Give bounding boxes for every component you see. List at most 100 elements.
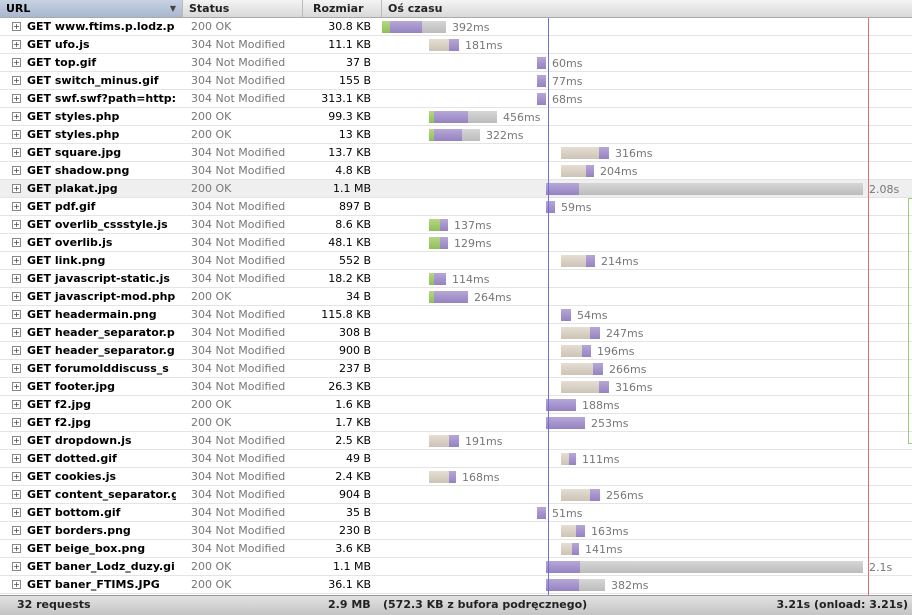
- expand-icon[interactable]: +: [12, 166, 21, 175]
- expand-icon[interactable]: +: [12, 310, 21, 319]
- request-status: 200 OK: [191, 290, 232, 303]
- request-row[interactable]: + GET forumolddiscuss_s 304 Not Modified 23…: [0, 360, 912, 378]
- request-row[interactable]: + GET javascript-static.js 304 Not Modifie…: [0, 270, 912, 288]
- request-duration: 54ms: [577, 309, 608, 322]
- request-status: 304 Not Modified: [191, 488, 286, 501]
- timeline-cell: 191ms: [382, 432, 912, 450]
- request-row[interactable]: + GET header_separator.p 304 Not Modified 3…: [0, 324, 912, 342]
- request-status: 304 Not Modified: [191, 506, 286, 519]
- request-size: 11.1 KB: [328, 38, 371, 51]
- request-row[interactable]: + GET borders.png 304 Not Modified 230 B 163…: [0, 522, 912, 540]
- request-row[interactable]: + GET baner_Lodz_duzy.gi 200 OK 1.1 MB 2.1s: [0, 558, 912, 576]
- expand-icon[interactable]: +: [12, 202, 21, 211]
- expand-icon[interactable]: +: [12, 274, 21, 283]
- expand-icon[interactable]: +: [12, 256, 21, 265]
- expand-icon[interactable]: +: [12, 292, 21, 301]
- column-status[interactable]: Status: [183, 0, 303, 17]
- request-row[interactable]: + GET cookies.js 304 Not Modified 2.4 KB 168…: [0, 468, 912, 486]
- column-url[interactable]: URL ▼: [0, 0, 183, 17]
- request-row[interactable]: + GET content_separator.g 304 Not Modified…: [0, 486, 912, 504]
- expand-icon[interactable]: +: [12, 22, 21, 31]
- expand-icon[interactable]: +: [12, 238, 21, 247]
- request-size: 36.1 KB: [328, 578, 371, 591]
- request-row[interactable]: + GET www.ftims.p.lodz.p 200 OK 30.8 KB 392m…: [0, 18, 912, 36]
- request-row[interactable]: + GET plakat.jpg 200 OK 1.1 MB 2.08s: [0, 180, 912, 198]
- request-duration: 163ms: [591, 525, 629, 538]
- expand-icon[interactable]: +: [12, 184, 21, 193]
- request-status: 304 Not Modified: [191, 164, 286, 177]
- request-size: 313.1 KB: [321, 92, 371, 105]
- expand-icon[interactable]: +: [12, 76, 21, 85]
- sort-descending-icon: ▼: [169, 4, 176, 13]
- timing-bar-purple: [590, 327, 600, 339]
- request-size: 3.6 KB: [335, 542, 371, 555]
- request-row[interactable]: + GET javascript-mod.php 200 OK 34 B 264ms: [0, 288, 912, 306]
- request-row[interactable]: + GET link.png 304 Not Modified 552 B 214ms: [0, 252, 912, 270]
- expand-icon[interactable]: +: [12, 346, 21, 355]
- request-status: 200 OK: [191, 182, 232, 195]
- request-row[interactable]: + GET footer.jpg 304 Not Modified 26.3 KB 31…: [0, 378, 912, 396]
- expand-icon[interactable]: +: [12, 148, 21, 157]
- request-url: GET styles.php: [27, 128, 120, 141]
- timing-bar-purple: [434, 291, 468, 303]
- request-row[interactable]: + GET baner_FTIMS.JPG 200 OK 36.1 KB 382ms: [0, 576, 912, 594]
- request-row[interactable]: + GET dropdown.js 304 Not Modified 2.5 KB 19…: [0, 432, 912, 450]
- expand-icon[interactable]: +: [12, 454, 21, 463]
- expand-icon[interactable]: +: [12, 58, 21, 67]
- request-size: 1.1 MB: [332, 560, 371, 573]
- request-row[interactable]: + GET switch_minus.gif 304 Not Modified 155…: [0, 72, 912, 90]
- request-row[interactable]: + GET styles.php 200 OK 13 KB 322ms: [0, 126, 912, 144]
- request-row[interactable]: + GET f2.jpg 200 OK 1.7 KB 253ms: [0, 414, 912, 432]
- expand-icon[interactable]: +: [12, 490, 21, 499]
- request-row[interactable]: + GET header_separator.g 304 Not Modified 9…: [0, 342, 912, 360]
- expand-icon[interactable]: +: [12, 364, 21, 373]
- request-row[interactable]: + GET styles.php 200 OK 99.3 KB 456ms: [0, 108, 912, 126]
- request-row[interactable]: + GET shadow.png 304 Not Modified 4.8 KB 204…: [0, 162, 912, 180]
- request-row[interactable]: + GET dotted.gif 304 Not Modified 49 B 111ms: [0, 450, 912, 468]
- timing-bar-gray: [462, 129, 480, 141]
- request-status: 200 OK: [191, 20, 232, 33]
- expand-icon[interactable]: +: [12, 544, 21, 553]
- timing-bar-purple: [434, 129, 462, 141]
- expand-icon[interactable]: +: [12, 130, 21, 139]
- request-row[interactable]: + GET pdf.gif 304 Not Modified 897 B 59ms: [0, 198, 912, 216]
- expand-icon[interactable]: +: [12, 40, 21, 49]
- request-duration: 247ms: [606, 327, 644, 340]
- request-row[interactable]: + GET headermain.png 304 Not Modified 115.8…: [0, 306, 912, 324]
- column-size[interactable]: Rozmiar: [303, 0, 382, 17]
- expand-icon[interactable]: +: [12, 562, 21, 571]
- expand-icon[interactable]: +: [12, 580, 21, 589]
- expand-icon[interactable]: +: [12, 418, 21, 427]
- expand-icon[interactable]: +: [12, 112, 21, 121]
- request-row[interactable]: + GET top.gif 304 Not Modified 37 B 60ms: [0, 54, 912, 72]
- request-url: GET dropdown.js: [27, 434, 132, 447]
- request-size: 99.3 KB: [328, 110, 371, 123]
- expand-icon[interactable]: +: [12, 220, 21, 229]
- request-size: 115.8 KB: [321, 308, 371, 321]
- request-status: 304 Not Modified: [191, 74, 286, 87]
- request-duration: 168ms: [462, 471, 500, 484]
- request-row[interactable]: + GET beige_box.png 304 Not Modified 3.6 KB…: [0, 540, 912, 558]
- expand-icon[interactable]: +: [12, 526, 21, 535]
- expand-icon[interactable]: +: [12, 436, 21, 445]
- expand-icon[interactable]: +: [12, 382, 21, 391]
- column-timeline[interactable]: Oś czasu: [382, 0, 912, 17]
- request-row[interactable]: + GET overlib_cssstyle.js 304 Not Modified…: [0, 216, 912, 234]
- request-size: 155 B: [338, 74, 371, 87]
- request-row[interactable]: + GET square.jpg 304 Not Modified 13.7 KB 31…: [0, 144, 912, 162]
- request-row[interactable]: + GET swf.swf?path=http: 304 Not Modified 3…: [0, 90, 912, 108]
- expand-icon[interactable]: +: [12, 508, 21, 517]
- request-row[interactable]: + GET ufo.js 304 Not Modified 11.1 KB 181ms: [0, 36, 912, 54]
- expand-icon[interactable]: +: [12, 400, 21, 409]
- request-row[interactable]: + GET overlib.js 304 Not Modified 48.1 KB 12…: [0, 234, 912, 252]
- request-duration: 316ms: [615, 147, 653, 160]
- expand-icon[interactable]: +: [12, 328, 21, 337]
- request-url: GET styles.php: [27, 110, 120, 123]
- request-row[interactable]: + GET bottom.gif 304 Not Modified 35 B 51ms: [0, 504, 912, 522]
- expand-icon[interactable]: +: [12, 472, 21, 481]
- expand-icon[interactable]: +: [12, 94, 21, 103]
- request-row[interactable]: + GET f2.jpg 200 OK 1.6 KB 188ms: [0, 396, 912, 414]
- timeline-cell: 256ms: [382, 486, 912, 504]
- request-url: GET header_separator.g: [27, 344, 175, 357]
- request-duration: 59ms: [561, 201, 592, 214]
